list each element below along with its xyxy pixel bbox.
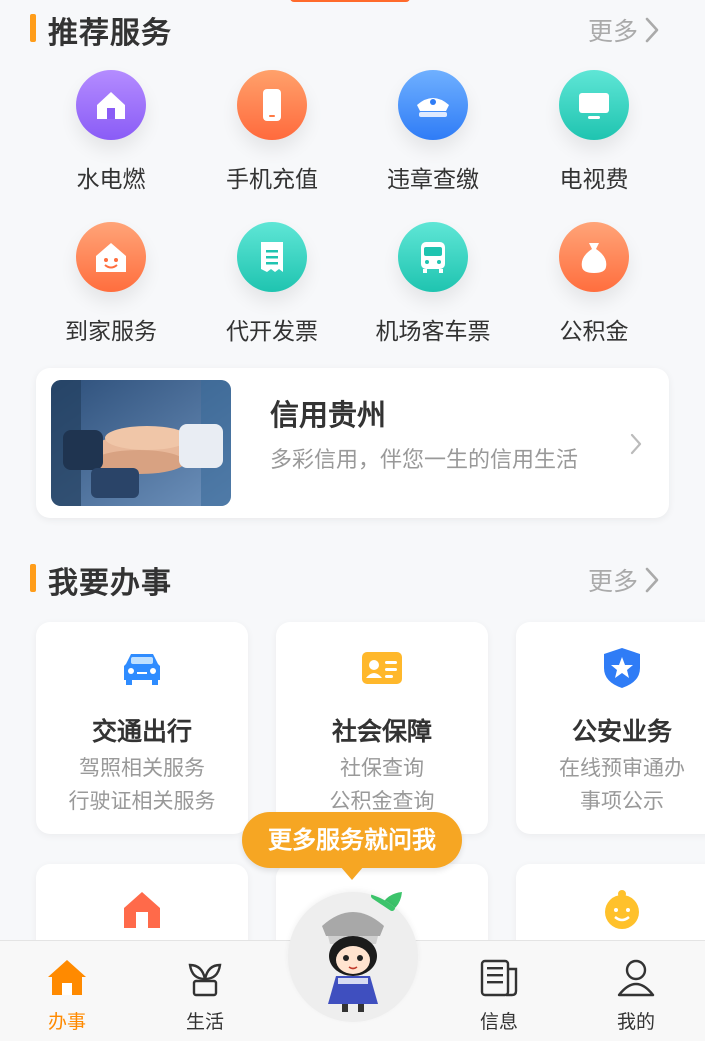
tab-label: 我的	[616, 1011, 655, 1033]
tab-label: 信息	[479, 1011, 518, 1033]
service-item-tv-fee[interactable]: 电视费	[514, 70, 674, 200]
service-item-phone-topup[interactable]: 手机充值	[192, 70, 352, 200]
service-label: 代开发票	[226, 319, 318, 345]
recommended-more-link[interactable]: 更多	[588, 12, 660, 48]
card-title: 社会保障	[331, 717, 432, 746]
money-bag-icon	[559, 222, 629, 292]
service-item-airport-bus[interactable]: 机场客车票	[353, 222, 513, 352]
baby-icon	[598, 886, 646, 934]
top-peek-decoration	[290, 0, 410, 2]
police-cap-icon	[398, 70, 468, 140]
service-item-invoice[interactable]: 代开发票	[192, 222, 352, 352]
news-icon	[480, 959, 518, 997]
user-icon	[617, 959, 655, 997]
service-label: 公积金	[559, 319, 629, 345]
service-label: 到家服务	[65, 319, 157, 345]
hands-together-image	[51, 380, 231, 506]
id-card-icon	[358, 644, 406, 692]
service-item-utilities[interactable]: 水电燃	[31, 70, 191, 200]
assistant-bubble[interactable]: 更多服务就问我	[242, 812, 462, 868]
card-title: 交通出行	[91, 717, 192, 746]
tasks-header: 我要办事 更多	[30, 556, 670, 601]
phone-icon	[237, 70, 307, 140]
service-item-home-service[interactable]: 到家服务	[31, 222, 191, 352]
more-label: 更多	[587, 567, 638, 596]
home-icon	[48, 960, 86, 995]
tab-info[interactable]: 信息	[444, 941, 554, 1041]
service-label: 机场客车票	[375, 319, 491, 345]
banner-subtitle: 多彩信用，伴您一生的信用生活	[270, 448, 579, 473]
card-title: 公安业务	[571, 717, 672, 746]
police-shield-icon	[598, 644, 646, 692]
section-accent-bar	[30, 14, 36, 42]
card-transport[interactable]: 交通出行 驾照相关服务 行驶证相关服务	[36, 622, 248, 834]
invoice-icon	[237, 222, 307, 292]
service-label: 违章查缴	[387, 167, 479, 193]
tab-affairs[interactable]: 办事	[12, 941, 122, 1041]
service-label: 水电燃	[76, 167, 146, 193]
mascot-girl-icon	[322, 893, 395, 1012]
tab-label: 办事	[47, 1011, 86, 1033]
recommended-header: 推荐服务 更多	[30, 6, 670, 51]
service-item-housing-fund[interactable]: 公积金	[514, 222, 674, 352]
card-line: 行驶证相关服务	[68, 789, 216, 813]
more-label: 更多	[587, 17, 638, 46]
card-line: 在线预审通办	[559, 756, 685, 780]
credit-guizhou-banner[interactable]: 信用贵州 多彩信用，伴您一生的信用生活	[36, 368, 669, 518]
page: 推荐服务 更多 水电燃 手机充值 违章查缴 电视费 到家服务 代开发票 机场客车…	[0, 0, 705, 1041]
chevron-right-icon	[645, 17, 659, 43]
plant-icon	[188, 963, 222, 997]
tab-life[interactable]: 生活	[150, 941, 260, 1041]
bubble-tail	[340, 866, 364, 880]
tab-label: 生活	[185, 1011, 224, 1033]
house-icon	[76, 70, 146, 140]
recommended-title: 推荐服务	[48, 16, 172, 51]
chevron-right-icon	[630, 433, 642, 455]
service-item-traffic-fines[interactable]: 违章查缴	[353, 70, 513, 200]
card-line: 社保查询	[340, 756, 424, 780]
smile-house-icon	[76, 222, 146, 292]
service-label: 手机充值	[226, 167, 318, 193]
car-icon	[118, 644, 166, 692]
tasks-title: 我要办事	[48, 566, 172, 601]
card-public-security[interactable]: 公安业务 在线预审通办 事项公示	[516, 622, 705, 834]
assistant-mascot[interactable]	[288, 892, 418, 1022]
section-accent-bar	[30, 564, 36, 592]
tasks-more-link[interactable]: 更多	[588, 562, 660, 598]
bus-icon	[398, 222, 468, 292]
house-icon	[118, 886, 166, 934]
tab-mine[interactable]: 我的	[581, 941, 691, 1041]
service-label: 电视费	[559, 167, 629, 193]
card-social-security[interactable]: 社会保障 社保查询 公积金查询	[276, 622, 488, 834]
card-line: 驾照相关服务	[79, 756, 205, 780]
banner-title: 信用贵州	[270, 398, 387, 432]
tv-icon	[559, 70, 629, 140]
chevron-right-icon	[645, 567, 659, 593]
card-line: 事项公示	[580, 789, 664, 813]
